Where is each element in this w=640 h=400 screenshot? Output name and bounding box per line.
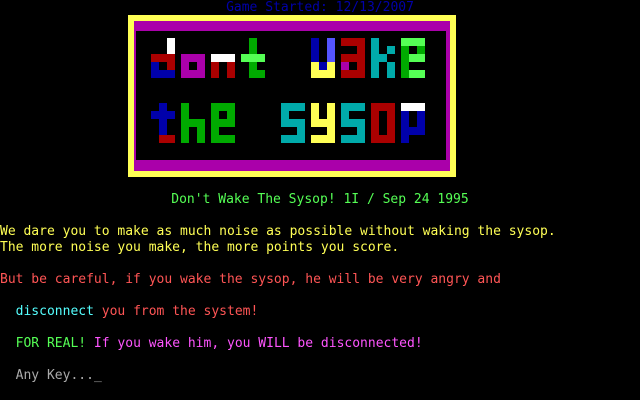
for-real-text: If you wake him, you WILL be disconnecte…	[86, 336, 423, 351]
any-key-text[interactable]: Any Key...	[16, 368, 94, 383]
text-cursor: _	[93, 368, 102, 383]
warning-line-2: disconnect you from the system!	[0, 288, 259, 320]
warning-line-2-rest: you from the system!	[93, 304, 259, 319]
for-real-line: FOR REAL! If you wake him, you WILL be d…	[0, 320, 423, 352]
version-line: Don't Wake The Sysop! 1I / Sep 24 1995	[171, 192, 469, 207]
intro-line-1: We dare you to make as much noise as pos…	[0, 224, 556, 239]
warning-line-1: But be careful, if you wake the sysop, h…	[0, 272, 501, 287]
for-real-label: FOR REAL!	[15, 336, 87, 351]
any-key-prompt[interactable]: Any Key..._	[0, 352, 102, 384]
dont-wake-the-sysop-logo	[128, 15, 456, 177]
intro-line-2: The more noise you make, the more points…	[0, 240, 400, 255]
disconnect-word: disconnect	[15, 304, 94, 319]
